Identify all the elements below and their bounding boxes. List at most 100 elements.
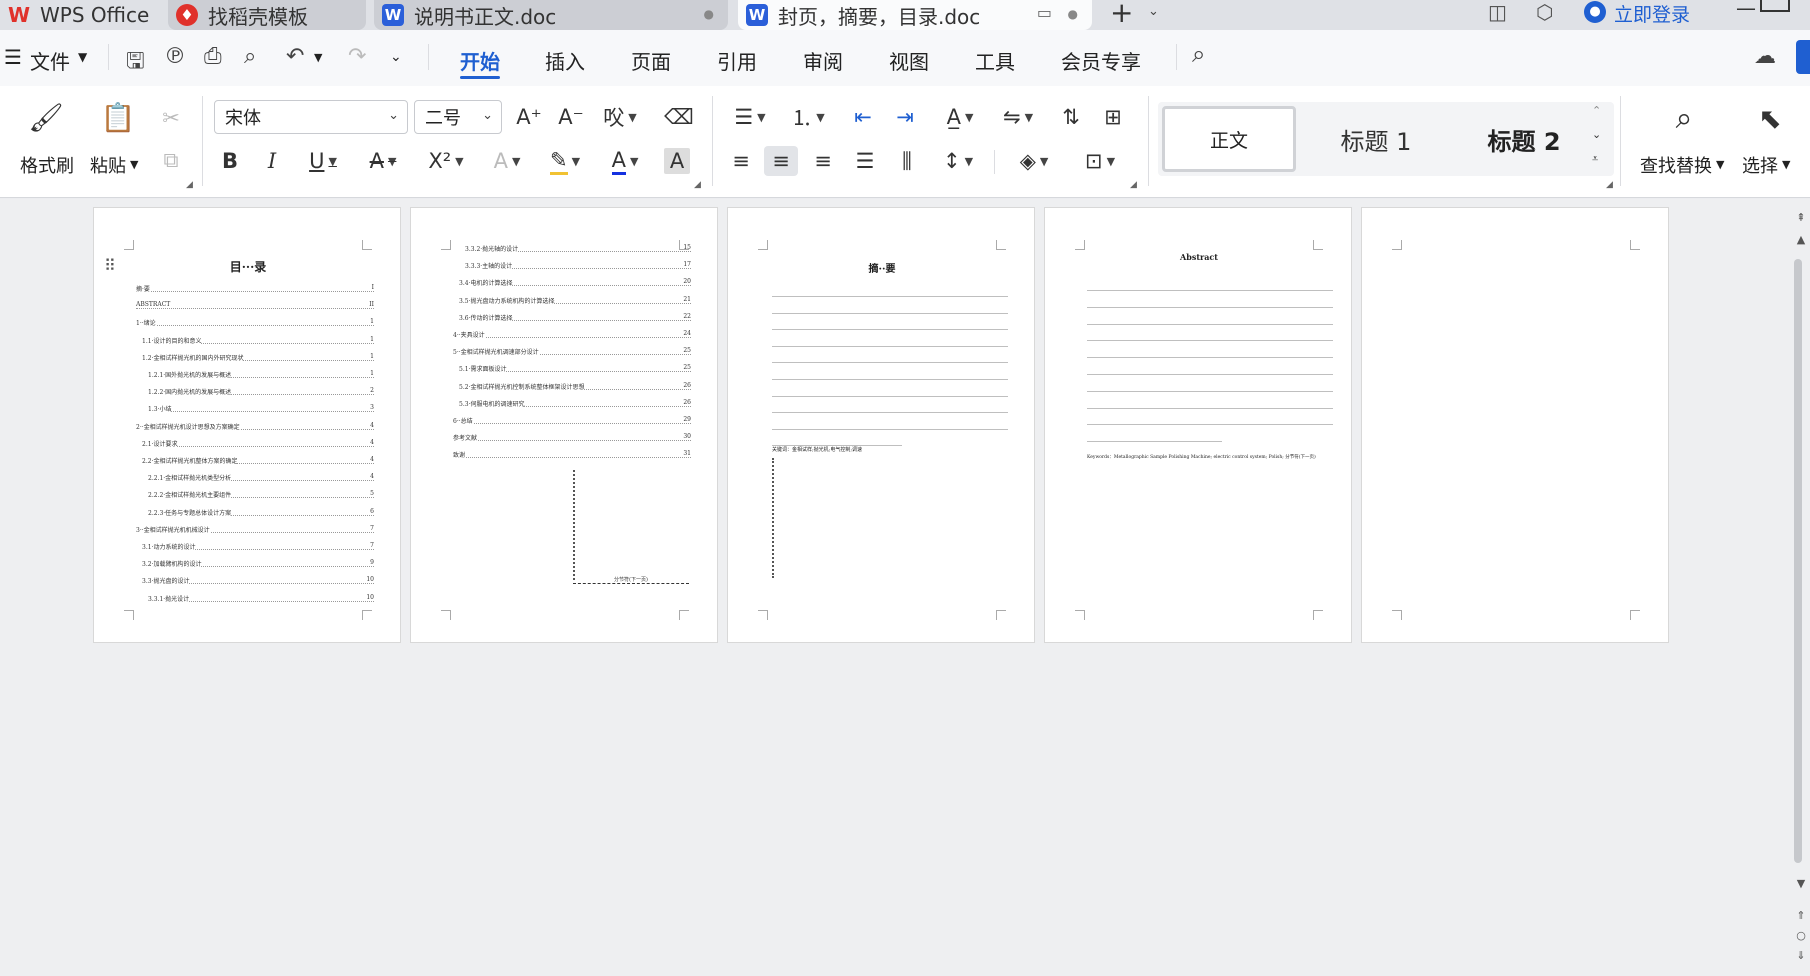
toc-entry[interactable]: 2.1·设计要求 4 (142, 438, 374, 448)
format-painter-button[interactable]: 格式刷 (20, 152, 74, 178)
borders-icon[interactable]: ⊡ ▼ (1078, 146, 1122, 176)
toc-entry[interactable]: 5.1·需求面板设计 25 (459, 364, 691, 374)
tab-wps-office[interactable]: W WPS Office (0, 0, 160, 30)
char-shading-icon[interactable]: A (664, 148, 690, 174)
align-center-icon[interactable]: ≡ (764, 146, 798, 176)
toc-entry[interactable]: 3.3.2·抛光轴的设计 15 (465, 244, 691, 253)
gallery-up-icon[interactable]: ⌃ (1592, 104, 1601, 117)
chevron-down-icon[interactable]: ▼ (1782, 158, 1790, 171)
decrease-font-icon[interactable]: A⁻ (556, 102, 586, 132)
align-right-icon[interactable]: ≡ (808, 146, 838, 176)
toc-entry[interactable]: 致谢 31 (453, 450, 691, 460)
format-painter-icon[interactable]: 🖌 (26, 100, 66, 134)
toc-entry[interactable]: 3.3.3·主轴的设计 17 (465, 261, 691, 271)
font-name-select[interactable]: 宋体 ⌄ (214, 100, 408, 134)
new-tab-button[interactable]: + (1110, 0, 1133, 29)
chinese-layout-icon[interactable]: A̲ ▼ (938, 102, 982, 132)
toc-entry[interactable]: 4··夹具设计 24 (453, 330, 691, 339)
gallery-down-icon[interactable]: ⌄ (1592, 128, 1601, 141)
toc-entry[interactable]: 2.2.1·金相试样抛光机类型分析 4 (148, 473, 374, 483)
tab-vip[interactable]: 会员专享 (1061, 46, 1141, 75)
scroll-down-icon[interactable]: ▼ (1794, 877, 1808, 890)
text-direction-icon[interactable]: ⇋ ▼ (996, 102, 1040, 132)
select-button[interactable]: 选择 (1742, 152, 1778, 178)
chevron-down-icon[interactable]: ▼ (1716, 158, 1724, 171)
toc-entry[interactable]: 5.2·金相试样抛光机控制系统整体框架设计思想 26 (459, 381, 691, 391)
monitor-icon[interactable]: ▭ (1037, 3, 1052, 22)
style-heading-1[interactable]: 标题 1 (1306, 122, 1446, 157)
find-replace-button[interactable]: 查找替换 (1640, 152, 1712, 178)
toc-entry[interactable]: 3.4·电机的计算选择 20 (459, 278, 691, 288)
toc-entry[interactable]: 1··绪论 1 (136, 318, 374, 328)
cut-icon[interactable]: ✂ (156, 104, 186, 132)
toc-entry[interactable]: 3.2·加载臂机构的设计 9 (142, 559, 374, 569)
cube-icon[interactable]: ⬡ (1536, 0, 1553, 24)
dialog-launcher-icon[interactable]: ◢ (1130, 180, 1137, 190)
toc-entry[interactable]: 3··金相试样抛光机机械设计 7 (136, 524, 374, 534)
user-avatar-icon[interactable]: ● (1584, 1, 1606, 23)
toc-entry[interactable]: 1.2.1·国外抛光机的发展与概述 1 (148, 370, 374, 379)
save-icon[interactable]: 🖫 (126, 44, 145, 82)
strikethrough-icon[interactable]: A ▼ (360, 146, 406, 176)
book-icon[interactable]: ◫ (1488, 0, 1507, 24)
paste-button[interactable]: 粘贴 (90, 152, 126, 178)
page-1[interactable]: ⠿ 目···录 摘·要 I ABSTRACT II 1··绪论 1 1.1·设计的目的和意义… (93, 207, 401, 643)
toc-entry[interactable]: 1.2·金相试样抛光机的国内外研究现状 1 (142, 352, 374, 362)
tab-home[interactable]: 开始 (460, 46, 500, 75)
login-link[interactable]: 立即登录 (1614, 0, 1690, 27)
select-browse-icon[interactable]: ○ (1794, 929, 1808, 942)
scroll-up-icon[interactable]: ▲ (1794, 233, 1808, 246)
toc-entry[interactable]: 1.3·小结 3 (148, 404, 374, 414)
unsaved-dot-icon[interactable]: ● (704, 7, 714, 21)
prev-page-icon[interactable]: ⇑ (1794, 909, 1808, 922)
clear-format-icon[interactable]: ⌫ (664, 102, 694, 132)
toc-entry[interactable]: 2.2·金相试样抛光机整体方案的确定 4 (142, 456, 374, 465)
chevron-down-icon[interactable]: ▼ (78, 50, 87, 64)
toc-entry[interactable]: 2··金相试样抛光机设计思想及方案确定 4 (136, 421, 374, 431)
scroll-top-icon[interactable]: ⇞ (1794, 211, 1808, 224)
show-marks-icon[interactable]: ⊞ (1098, 102, 1128, 132)
font-color-icon[interactable]: A ▼ (602, 146, 648, 176)
search-icon[interactable]: ⌕ (1192, 40, 1205, 68)
toc-entry[interactable]: 2.2.2·金相试样抛光机主要组件 5 (148, 490, 374, 500)
justify-icon[interactable]: ☰ (850, 146, 880, 176)
text-effect-icon[interactable]: A ▼ (484, 146, 530, 176)
dialog-launcher-icon[interactable]: ◢ (1606, 180, 1613, 190)
italic-icon[interactable]: I (258, 146, 286, 176)
increase-font-icon[interactable]: A⁺ (514, 102, 544, 132)
bold-icon[interactable]: B (216, 146, 244, 176)
toc-entry[interactable]: ABSTRACT II (136, 301, 374, 310)
toc-entry[interactable]: 3.6·传动的计算选择 22 (459, 312, 691, 322)
decrease-indent-icon[interactable]: ⇤ (848, 102, 878, 132)
tab-page[interactable]: 页面 (631, 46, 671, 75)
paste-icon[interactable]: 📋 (98, 100, 138, 134)
toc-entry[interactable]: 2.2.3·任务与专题总体设计方案 6 (148, 507, 374, 517)
tab-cover-abstract-toc-doc[interactable]: W 封页，摘要，目录.doc ▭ ● (738, 0, 1092, 30)
next-page-icon[interactable]: ⇓ (1794, 949, 1808, 962)
tab-insert[interactable]: 插入 (545, 46, 585, 75)
undo-icon[interactable]: ↶ (286, 44, 304, 69)
toc-entry[interactable]: 摘·要 I (136, 284, 374, 293)
toc-entry[interactable]: 5··金相试样抛光机调速部分设计 25 (453, 347, 691, 357)
page-5[interactable] (1361, 207, 1669, 643)
dialog-launcher-icon[interactable]: ◢ (186, 180, 193, 190)
print-preview-icon[interactable]: ⌕ (244, 44, 256, 69)
toc-entry[interactable]: 3.3·抛光盘的设计 10 (142, 576, 374, 586)
superscript-icon[interactable]: X² ▼ (420, 146, 472, 176)
distributed-icon[interactable]: ⫼ (892, 146, 922, 176)
share-button[interactable] (1796, 40, 1810, 74)
style-normal[interactable]: 正文 (1162, 106, 1296, 172)
page-3[interactable]: 摘··要 关键词：金相试样;抛光机;电气控制;调速 (727, 207, 1035, 643)
numbered-list-icon[interactable]: ⒈ ▼ (786, 102, 830, 132)
tab-docer-templates[interactable]: ♦ 找稻壳模板 (168, 0, 366, 30)
print-icon[interactable]: ⎙ (204, 44, 222, 69)
output-pdf-icon[interactable]: ℗ (164, 44, 186, 69)
vertical-scrollbar[interactable]: ⇞ ▲ ▼ ⇑ ○ ⇓ (1790, 199, 1810, 976)
highlight-icon[interactable]: ✎ ▼ (542, 146, 588, 176)
toc-entry[interactable]: 参考文献 30 (453, 433, 691, 443)
tab-view[interactable]: 视图 (889, 46, 929, 75)
chevron-down-icon[interactable]: ▼ (130, 158, 138, 171)
toc-entry[interactable]: 1.2.2·国内抛光机的发展与概述 2 (148, 387, 374, 397)
page-4[interactable]: Abstract Keywords：Metallographic Sample … (1044, 207, 1352, 643)
style-heading-2[interactable]: 标题 2 (1454, 122, 1594, 157)
